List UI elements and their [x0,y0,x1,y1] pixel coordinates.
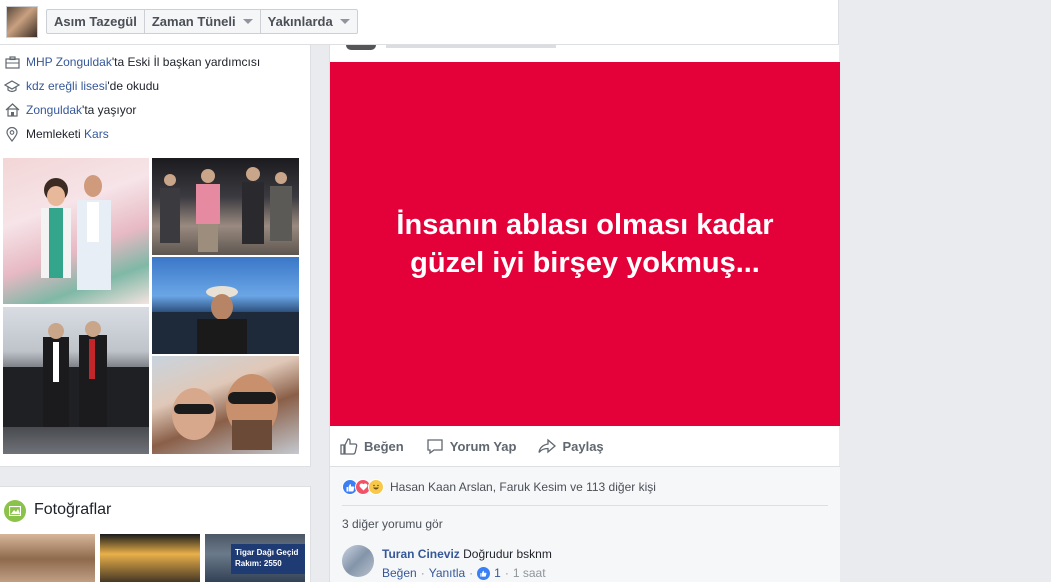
comment-reply-link[interactable]: Yanıtla [429,566,465,580]
chevron-down-icon [242,19,253,24]
featured-photo[interactable] [2,306,150,455]
featured-photo[interactable] [2,157,150,305]
like-button[interactable]: Beğen [340,437,404,455]
intro-card: MHP Zonguldak'ta Eski İl başkan yardımcı… [0,45,311,467]
share-icon [538,438,557,453]
post-colored-background: İnsanın ablası olması kadar güzel iyi bi… [330,62,840,426]
road-sign: Tigar Dağı Geçid Rakım: 2550 [231,544,305,574]
intro-lives: Zonguldak'ta yaşıyor [4,101,136,119]
briefcase-icon [4,54,20,70]
post-text: İnsanın ablası olması kadar güzel iyi bi… [396,209,774,279]
profile-name-button[interactable]: Asım Tazegül [47,10,145,33]
post-actions: Beğen Yorum Yap Paylaş [330,426,840,467]
featured-photo[interactable] [151,157,300,256]
share-label: Paylaş [562,438,604,454]
comment-meta: Beğen · Yanıtla · 1 · 1 saat [382,566,546,580]
comment-label: Yorum Yap [449,438,517,454]
reactions-text: Hasan Kaan Arslan, Faruk Kesim ve 113 di… [390,480,656,494]
comment-timestamp[interactable]: 1 saat [513,566,546,580]
chevron-down-icon [339,19,350,24]
home-icon [4,102,20,118]
city-link[interactable]: Zonguldak [26,103,82,117]
intro-hometown: Memleketi Kars [4,125,109,143]
timeline-post: İnsanın ablası olması kadar güzel iyi bi… [329,45,840,582]
timeline-label: Zaman Tüneli [151,14,236,29]
nearby-button[interactable]: Yakınlarda [261,10,357,33]
comment-like-count[interactable]: 1 [494,566,501,580]
nearby-label: Yakınlarda [267,14,333,29]
post-author-avatar[interactable] [346,45,376,50]
commenter-name-link[interactable]: Turan Cineviz [382,547,460,561]
profile-avatar[interactable] [6,6,38,38]
hometown-text: Memleketi [26,127,81,141]
work-link[interactable]: MHP Zonguldak [26,55,112,69]
comment-text: Doğrudur bsknm [463,547,552,561]
featured-photo[interactable] [151,256,300,355]
featured-photo[interactable] [151,355,300,455]
sign-line-2: Rakım: 2550 [235,559,282,568]
comment-like-link[interactable]: Beğen [382,566,417,580]
divider [342,505,828,506]
graduation-cap-icon [4,78,20,94]
sign-line-1: Tigar Dağı Geçid [235,548,299,557]
hometown-link[interactable]: Kars [84,127,109,141]
timeline-button[interactable]: Zaman Tüneli [145,10,261,33]
reactions-summary[interactable]: Hasan Kaan Arslan, Faruk Kesim ve 113 di… [342,479,656,495]
post-header-clipped [386,45,556,48]
comment-body: Turan Cineviz Doğrudur bsknm [382,547,552,561]
lives-text: 'ta yaşıyor [82,103,137,117]
intro-education: kdz ereğli lisesi'de okudu [4,77,159,95]
right-gutter [838,0,1051,582]
like-label: Beğen [364,438,404,454]
comments-section: Hasan Kaan Arslan, Faruk Kesim ve 113 di… [330,467,840,582]
photos-card: Fotoğraflar Tigar Dağı Geçid Rakım: 2550 [0,486,311,582]
school-link[interactable]: kdz ereğli lisesi [26,79,107,93]
profile-name-label: Asım Tazegül [54,14,137,29]
featured-photos [2,157,300,455]
dot-separator: · [504,566,509,580]
like-reaction-icon [477,566,491,580]
location-pin-icon [4,126,20,142]
education-text: 'de okudu [107,79,160,93]
top-bar: Asım Tazegül Zaman Tüneli Yakınlarda [0,0,838,45]
comment-item: Turan Cineviz Doğrudur bsknm Beğen · Yan… [342,545,832,581]
intro-work: MHP Zonguldak'ta Eski İl başkan yardımcı… [4,53,260,71]
thumbs-up-icon [340,437,358,455]
commenter-avatar[interactable] [342,545,374,577]
photo-thumbnail[interactable] [0,534,95,582]
photo-thumbnail[interactable] [100,534,200,582]
share-button[interactable]: Paylaş [538,438,604,455]
comment-icon [427,438,443,454]
photo-thumbnail[interactable]: Tigar Dağı Geçid Rakım: 2550 [205,534,305,582]
profile-nav: Asım Tazegül Zaman Tüneli Yakınlarda [46,9,358,34]
dot-separator: · [469,566,474,580]
photos-title[interactable]: Fotoğraflar [34,501,111,519]
photos-icon [4,500,26,522]
haha-reaction-icon [368,479,384,495]
work-text: 'ta Eski İl başkan yardımcısı [111,55,261,69]
view-more-comments-link[interactable]: 3 diğer yorumu gör [342,517,443,531]
comment-button[interactable]: Yorum Yap [426,438,517,455]
dot-separator: · [420,566,425,580]
